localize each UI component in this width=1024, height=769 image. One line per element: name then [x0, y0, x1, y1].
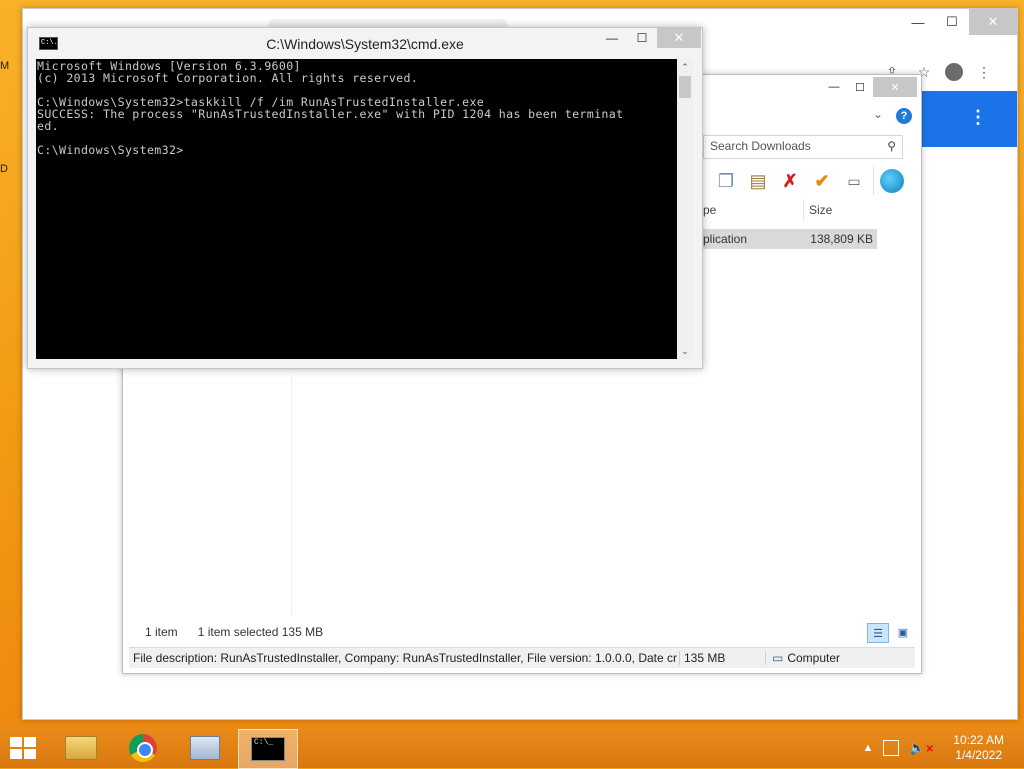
scroll-thumb[interactable]: [679, 76, 691, 98]
column-header-size[interactable]: Size: [807, 199, 883, 221]
taskbar-performance-monitor[interactable]: [176, 729, 234, 767]
location-label: Computer: [787, 651, 841, 665]
clock-date: 1/4/2022: [955, 748, 1002, 762]
column-header-type[interactable]: pe: [703, 199, 804, 221]
windows-logo-icon: [24, 749, 36, 759]
paste-icon[interactable]: ▤: [745, 168, 771, 194]
close-button[interactable]: ✕: [969, 9, 1017, 35]
navigation-pane-divider[interactable]: [291, 375, 292, 615]
shell-icon[interactable]: [880, 169, 904, 193]
scroll-down-icon[interactable]: ⌄: [677, 343, 693, 359]
explorer-toolbar: ❐ ▤ ✗ ✔ ▭: [713, 167, 904, 195]
file-type: plication: [703, 232, 748, 246]
taskbar: C:\_ ▲ 🔈✕ 10:22 AM 1/4/2022: [0, 728, 1024, 769]
start-button[interactable]: [8, 736, 38, 760]
vertical-scrollbar[interactable]: ⌃ ⌄: [677, 59, 693, 359]
minimize-button[interactable]: —: [597, 28, 627, 48]
computer-icon: ▭: [772, 651, 784, 665]
location-zone: ▭ Computer: [765, 651, 840, 665]
chrome-window-controls: — ☐ ✕: [901, 9, 1017, 35]
maximize-button[interactable]: ☐: [847, 77, 873, 97]
copy-icon[interactable]: ❐: [713, 168, 739, 194]
folder-icon: [65, 736, 97, 760]
large-icons-view-icon[interactable]: ▣: [893, 623, 913, 641]
help-icon[interactable]: ?: [896, 108, 912, 124]
windows-logo-icon: [10, 749, 22, 759]
profile-icon[interactable]: [945, 63, 963, 81]
console-text: Microsoft Windows [Version 6.3.9600] (c)…: [37, 59, 624, 157]
close-button[interactable]: ✕: [873, 77, 917, 97]
cmd-window-controls: — ☐ ✕: [597, 28, 701, 48]
windows-logo-icon: [10, 737, 22, 747]
maximize-button[interactable]: ☐: [627, 28, 657, 48]
item-count: 1 item: [145, 625, 178, 639]
desktop-icon-label[interactable]: M: [0, 60, 9, 72]
properties-check-icon[interactable]: ✔: [809, 168, 835, 194]
search-box: ⚲: [703, 135, 903, 159]
explorer-window-controls: — ☐ ✕: [821, 77, 917, 97]
network-icon[interactable]: [883, 740, 900, 756]
details-view-icon[interactable]: ☰: [867, 623, 889, 643]
clock[interactable]: 10:22 AM 1/4/2022: [953, 733, 1004, 763]
view-switcher: ☰ ▣: [867, 623, 913, 643]
taskbar-command-prompt[interactable]: C:\_: [238, 729, 298, 769]
file-row[interactable]: plication 138,809 KB: [703, 229, 877, 249]
windows-logo-icon: [24, 737, 36, 747]
desktop-icon-label[interactable]: D: [0, 163, 8, 175]
file-size: 138,809 KB: [810, 232, 873, 246]
minimize-button[interactable]: —: [901, 9, 935, 35]
show-hidden-icons-icon[interactable]: ▲: [863, 742, 874, 754]
file-description: File description: RunAsTrustedInstaller,…: [133, 651, 677, 665]
monitor-icon: [190, 736, 220, 760]
system-tray: ▲ 🔈✕: [863, 740, 934, 756]
rename-icon[interactable]: ▭: [841, 168, 867, 194]
clock-time: 10:22 AM: [953, 733, 1004, 747]
delete-icon[interactable]: ✗: [777, 168, 803, 194]
taskbar-chrome[interactable]: [114, 729, 172, 767]
details-bar: File description: RunAsTrustedInstaller,…: [129, 647, 915, 668]
search-icon[interactable]: ⚲: [887, 139, 896, 153]
selection-info: 1 item selected 135 MB: [197, 625, 324, 639]
chrome-icon: [129, 734, 157, 762]
scroll-up-icon[interactable]: ⌃: [677, 59, 693, 75]
menu-icon[interactable]: ⋮: [973, 61, 995, 83]
address-dropdown-icon[interactable]: ⌄: [873, 107, 883, 121]
page-menu-icon[interactable]: ⋮: [969, 107, 987, 128]
toolbar-divider: [873, 167, 874, 195]
search-input[interactable]: [704, 136, 886, 156]
cmd-titlebar[interactable]: C:\. C:\Windows\System32\cmd.exe — ☐ ✕: [28, 28, 702, 58]
volume-muted-icon[interactable]: 🔈✕: [909, 740, 934, 756]
cmd-window: C:\. C:\Windows\System32\cmd.exe — ☐ ✕ M…: [27, 27, 703, 369]
cmd-icon: C:\_: [251, 737, 285, 761]
maximize-button[interactable]: ☐: [935, 9, 969, 35]
details-size: 135 MB: [679, 651, 766, 665]
status-bar: 1 item 1 item selected 135 MB: [145, 625, 323, 639]
taskbar-file-explorer[interactable]: [52, 729, 110, 767]
minimize-button[interactable]: —: [821, 77, 847, 97]
close-button[interactable]: ✕: [657, 28, 701, 48]
console-output[interactable]: Microsoft Windows [Version 6.3.9600] (c)…: [36, 59, 677, 359]
page-header: ⋮: [921, 91, 1017, 147]
